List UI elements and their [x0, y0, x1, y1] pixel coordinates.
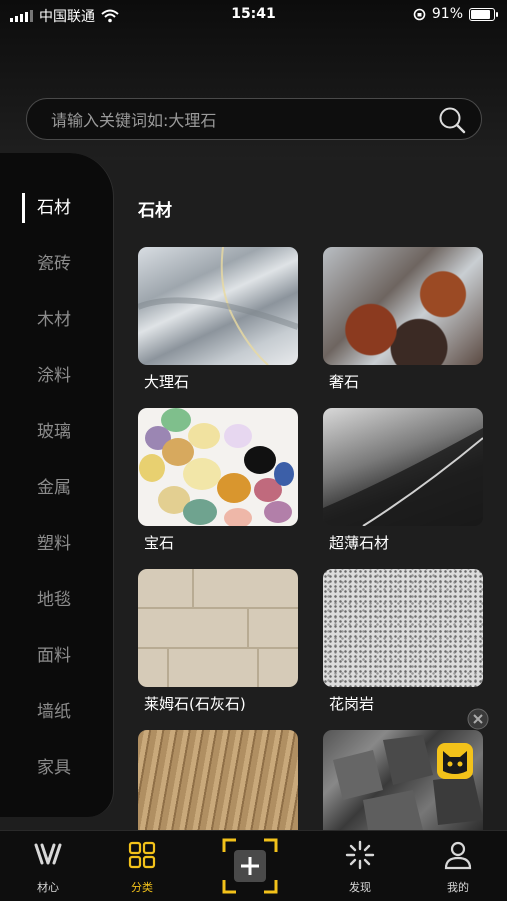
sidebar-item-metal[interactable]: 金属 — [0, 468, 113, 508]
tab-home[interactable]: 材心 — [8, 831, 88, 901]
sidebar-item-glass[interactable]: 玻璃 — [0, 412, 113, 452]
tab-label: 我的 — [447, 881, 469, 894]
tab-label: 发现 — [349, 881, 371, 894]
material-label: 大理石 — [144, 373, 190, 391]
material-card-gemstone[interactable]: 宝石 — [138, 408, 298, 552]
material-label: 花岗岩 — [329, 695, 375, 713]
marble-image — [138, 247, 298, 365]
material-card-marble[interactable]: 大理石 — [138, 247, 298, 391]
tab-label: 分类 — [131, 881, 153, 894]
search-input[interactable] — [49, 99, 423, 141]
section-title: 石材 — [138, 201, 172, 221]
limestone-image — [138, 569, 298, 687]
sparkle-icon — [345, 840, 375, 870]
cat-mascot-badge[interactable] — [437, 743, 473, 779]
sidebar-item-stone[interactable]: 石材 — [0, 188, 113, 228]
sandstone-image — [138, 730, 298, 830]
sidebar-item-fabric[interactable]: 面料 — [0, 636, 113, 676]
material-card-ultra-thin-stone[interactable]: 超薄石材 — [323, 408, 483, 552]
material-card-granite[interactable]: 花岗岩 — [323, 569, 483, 713]
material-card-limestone[interactable]: 莱姆石(石灰石) — [138, 569, 298, 713]
tab-profile[interactable]: 我的 — [418, 831, 498, 901]
sidebar-item-wallpaper[interactable]: 墙纸 — [0, 692, 113, 732]
sidebar-item-furniture[interactable]: 家具 — [0, 748, 113, 788]
ultra-thin-stone-image — [323, 408, 483, 526]
sidebar-item-tile[interactable]: 瓷砖 — [0, 244, 113, 284]
luxury-stone-image — [323, 247, 483, 365]
search-icon[interactable] — [437, 105, 467, 135]
close-icon[interactable] — [467, 708, 489, 730]
user-icon — [444, 841, 472, 870]
scan-add-button[interactable] — [222, 838, 278, 894]
cat-face-icon — [443, 751, 467, 774]
tab-discover[interactable]: 发现 — [320, 831, 400, 901]
material-label: 莱姆石(石灰石) — [144, 695, 246, 713]
grid-icon — [128, 841, 156, 869]
search-bar[interactable] — [26, 98, 482, 141]
granite-image — [323, 569, 483, 687]
battery-icon — [469, 7, 498, 21]
material-card-luxury-stone[interactable]: 奢石 — [323, 247, 483, 391]
sidebar-item-wood[interactable]: 木材 — [0, 300, 113, 340]
material-label: 宝石 — [144, 534, 175, 552]
battery-percent: 91% — [431, 6, 463, 22]
gemstone-image — [138, 408, 298, 526]
sidebar-item-carpet[interactable]: 地毯 — [0, 580, 113, 620]
material-card-sandstone[interactable] — [138, 730, 298, 830]
sidebar-item-paint[interactable]: 涂料 — [0, 356, 113, 396]
category-sidebar: 石材 瓷砖 木材 涂料 玻璃 金属 塑料 地毯 面料 墙纸 家具 — [0, 153, 114, 817]
logo-icon — [34, 843, 62, 865]
tab-label: 材心 — [37, 881, 59, 894]
status-bar: 中国联通 15:41 91% — [0, 0, 507, 30]
sidebar-item-plastic[interactable]: 塑料 — [0, 524, 113, 564]
orientation-lock-icon — [413, 8, 426, 20]
bottom-tab-bar: 材心 分类 发现 我的 — [0, 830, 507, 901]
material-label: 奢石 — [329, 373, 360, 391]
tab-category[interactable]: 分类 — [102, 831, 182, 901]
material-label: 超薄石材 — [329, 534, 390, 552]
